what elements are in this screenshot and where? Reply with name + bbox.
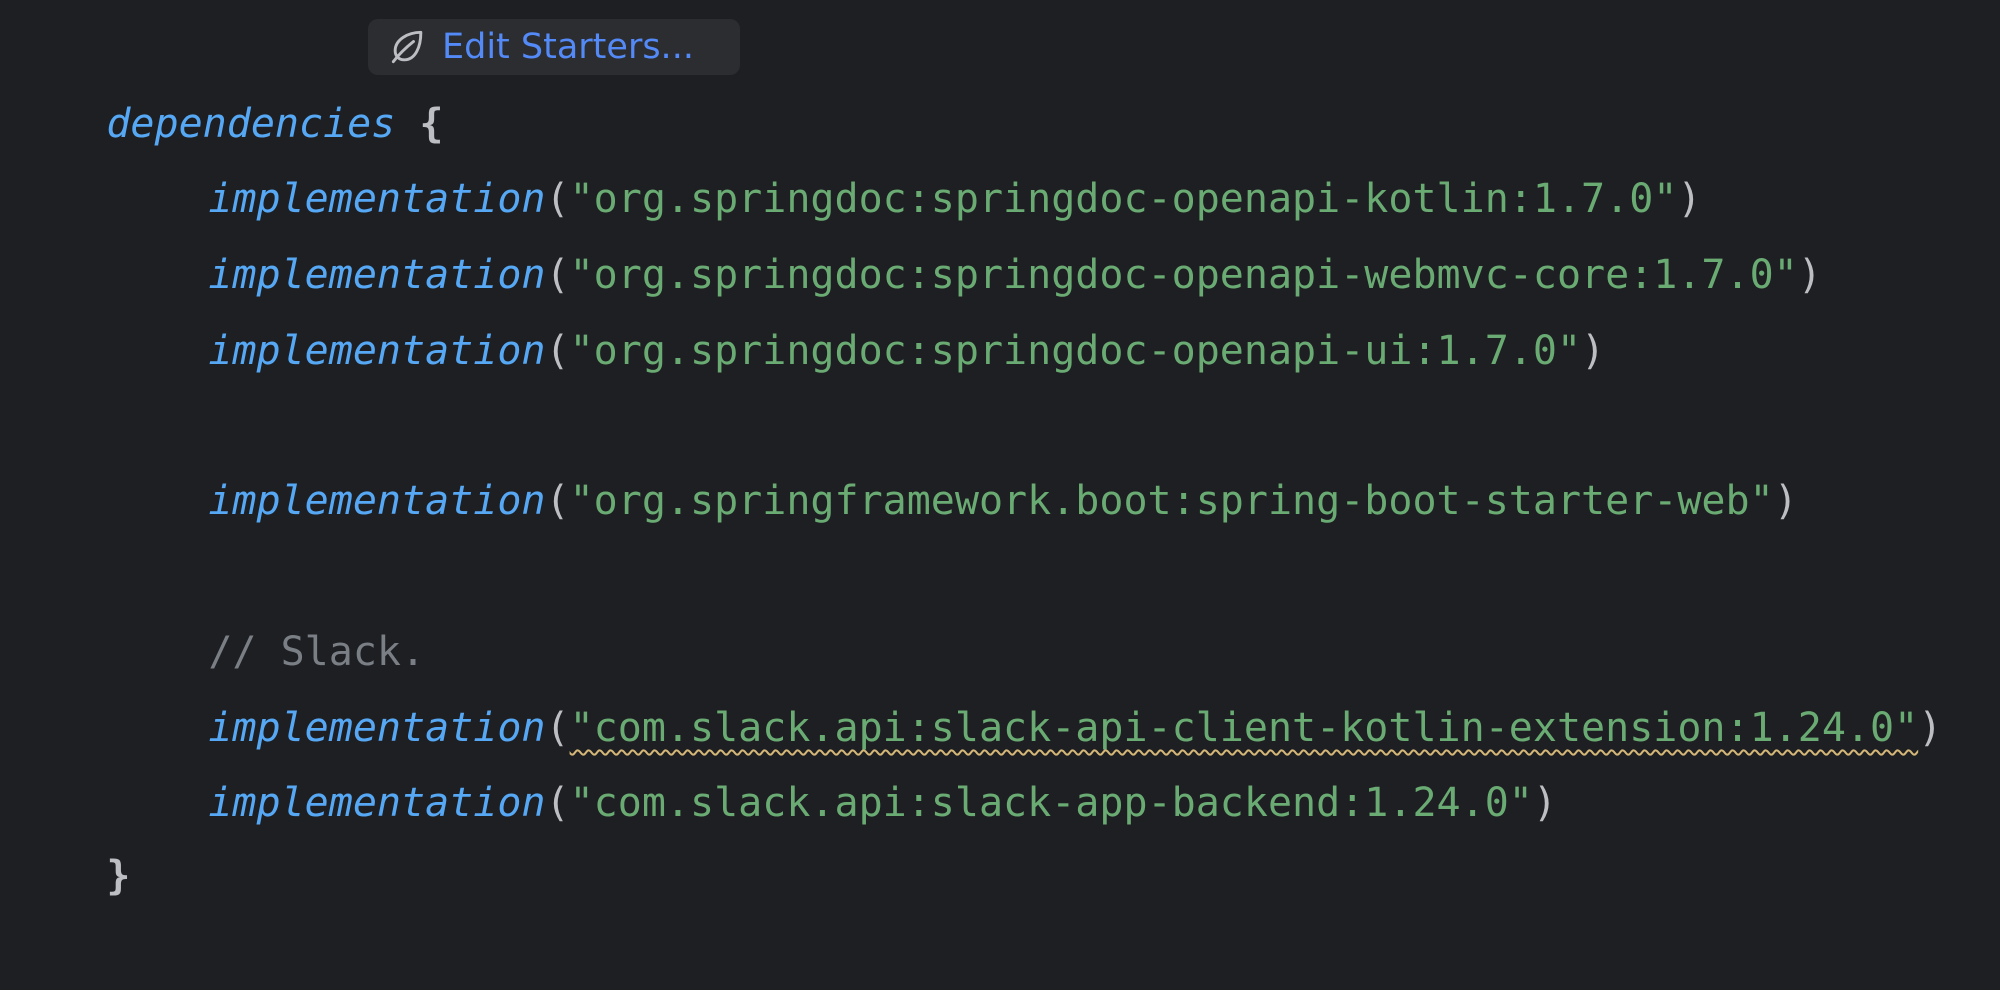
code-line-dependency-5[interactable]: implementation("com.slack.api:slack-api-…: [112, 614, 1942, 751]
dependency-string: "org.springframework.boot:spring-boot-st…: [569, 478, 1774, 524]
code-editor[interactable]: dependencies { Edit Starters... implemen…: [0, 0, 2000, 899]
edit-starters-button[interactable]: Edit Starters...: [368, 19, 740, 75]
code-line-dependency-3[interactable]: implementation("org.springdoc:springdoc-…: [112, 237, 1605, 374]
code-line-dependency-2[interactable]: implementation("org.springdoc:springdoc-…: [112, 161, 1822, 298]
implementation-keyword: implementation: [208, 478, 546, 524]
edit-starters-label: Edit Starters...: [442, 27, 694, 67]
spring-leaf-icon: [391, 30, 423, 64]
dependency-string: "com.slack.api:slack-app-backend:1.24.0": [569, 780, 1533, 826]
dependency-string: "org.springdoc:springdoc-openapi-ui:1.7.…: [569, 328, 1582, 374]
code-line-dependency-4[interactable]: implementation("org.springframework.boot…: [112, 387, 1797, 524]
implementation-keyword: implementation: [208, 328, 546, 374]
implementation-keyword: implementation: [208, 780, 546, 826]
close-brace: }: [106, 853, 131, 899]
code-line-dependency-6[interactable]: implementation("com.slack.api:slack-app-…: [112, 689, 1557, 826]
code-line-comment[interactable]: // Slack.: [112, 538, 425, 675]
code-line-dependency-1[interactable]: implementation("org.springdoc:springdoc-…: [112, 85, 1701, 222]
code-line-dependencies-close[interactable]: }: [10, 762, 130, 899]
